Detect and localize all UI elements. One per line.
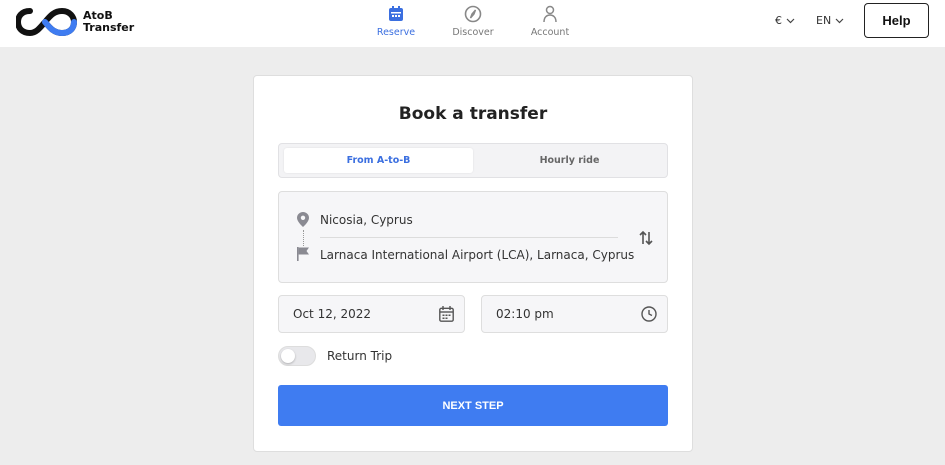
nav-account[interactable]: Account bbox=[520, 4, 580, 38]
nav-discover-label: Discover bbox=[452, 27, 494, 38]
tab-hourly-ride[interactable]: Hourly ride bbox=[475, 148, 664, 173]
route-box: Nicosia, Cyprus Larnaca International Ai… bbox=[278, 191, 668, 283]
infinity-logo-icon bbox=[16, 7, 78, 37]
help-button[interactable]: Help bbox=[864, 3, 929, 38]
user-icon bbox=[543, 5, 557, 23]
brand-line2: Transfer bbox=[83, 21, 135, 34]
date-value: Oct 12, 2022 bbox=[293, 307, 371, 321]
nav-account-label: Account bbox=[530, 27, 570, 38]
calendar-icon bbox=[389, 6, 403, 21]
currency-value: € bbox=[775, 14, 782, 27]
from-location-input[interactable]: Nicosia, Cyprus bbox=[320, 213, 413, 227]
swap-direction-icon[interactable] bbox=[639, 230, 653, 246]
nav-discover[interactable]: Discover bbox=[443, 4, 503, 38]
trip-type-tabs: From A-to-B Hourly ride bbox=[278, 143, 668, 178]
brand-name: AtoB Transfer bbox=[83, 10, 134, 34]
to-location-input[interactable]: Larnaca International Airport (LCA), Lar… bbox=[320, 248, 634, 262]
return-trip-label: Return Trip bbox=[327, 349, 393, 363]
date-field[interactable]: Oct 12, 2022 bbox=[278, 295, 465, 333]
next-step-button[interactable]: NEXT STEP bbox=[278, 385, 668, 426]
currency-selector[interactable]: € bbox=[775, 14, 795, 27]
top-header: AtoB Transfer Reserve Discover Account €… bbox=[0, 0, 945, 47]
time-value: 02:10 pm bbox=[496, 307, 554, 321]
brand-logo[interactable]: AtoB Transfer bbox=[16, 6, 134, 38]
time-field[interactable]: 02:10 pm bbox=[481, 295, 668, 333]
calendar-icon bbox=[439, 306, 454, 322]
return-trip-toggle[interactable] bbox=[278, 346, 316, 366]
toggle-knob bbox=[281, 349, 295, 363]
clock-icon bbox=[641, 306, 657, 322]
language-selector[interactable]: EN bbox=[816, 14, 844, 27]
booking-title: Book a transfer bbox=[398, 104, 548, 124]
compass-icon bbox=[464, 5, 482, 23]
chevron-down-icon bbox=[835, 18, 844, 23]
nav-reserve[interactable]: Reserve bbox=[366, 4, 426, 38]
tab-a-to-b[interactable]: From A-to-B bbox=[284, 148, 473, 173]
nav-reserve-label: Reserve bbox=[376, 27, 416, 38]
language-value: EN bbox=[816, 14, 832, 27]
booking-card: Book a transfer From A-to-B Hourly ride … bbox=[253, 75, 693, 452]
flag-icon bbox=[297, 247, 309, 261]
route-divider bbox=[320, 237, 618, 238]
chevron-down-icon bbox=[786, 18, 795, 23]
location-pin-icon bbox=[297, 212, 309, 227]
route-connector bbox=[303, 230, 304, 246]
